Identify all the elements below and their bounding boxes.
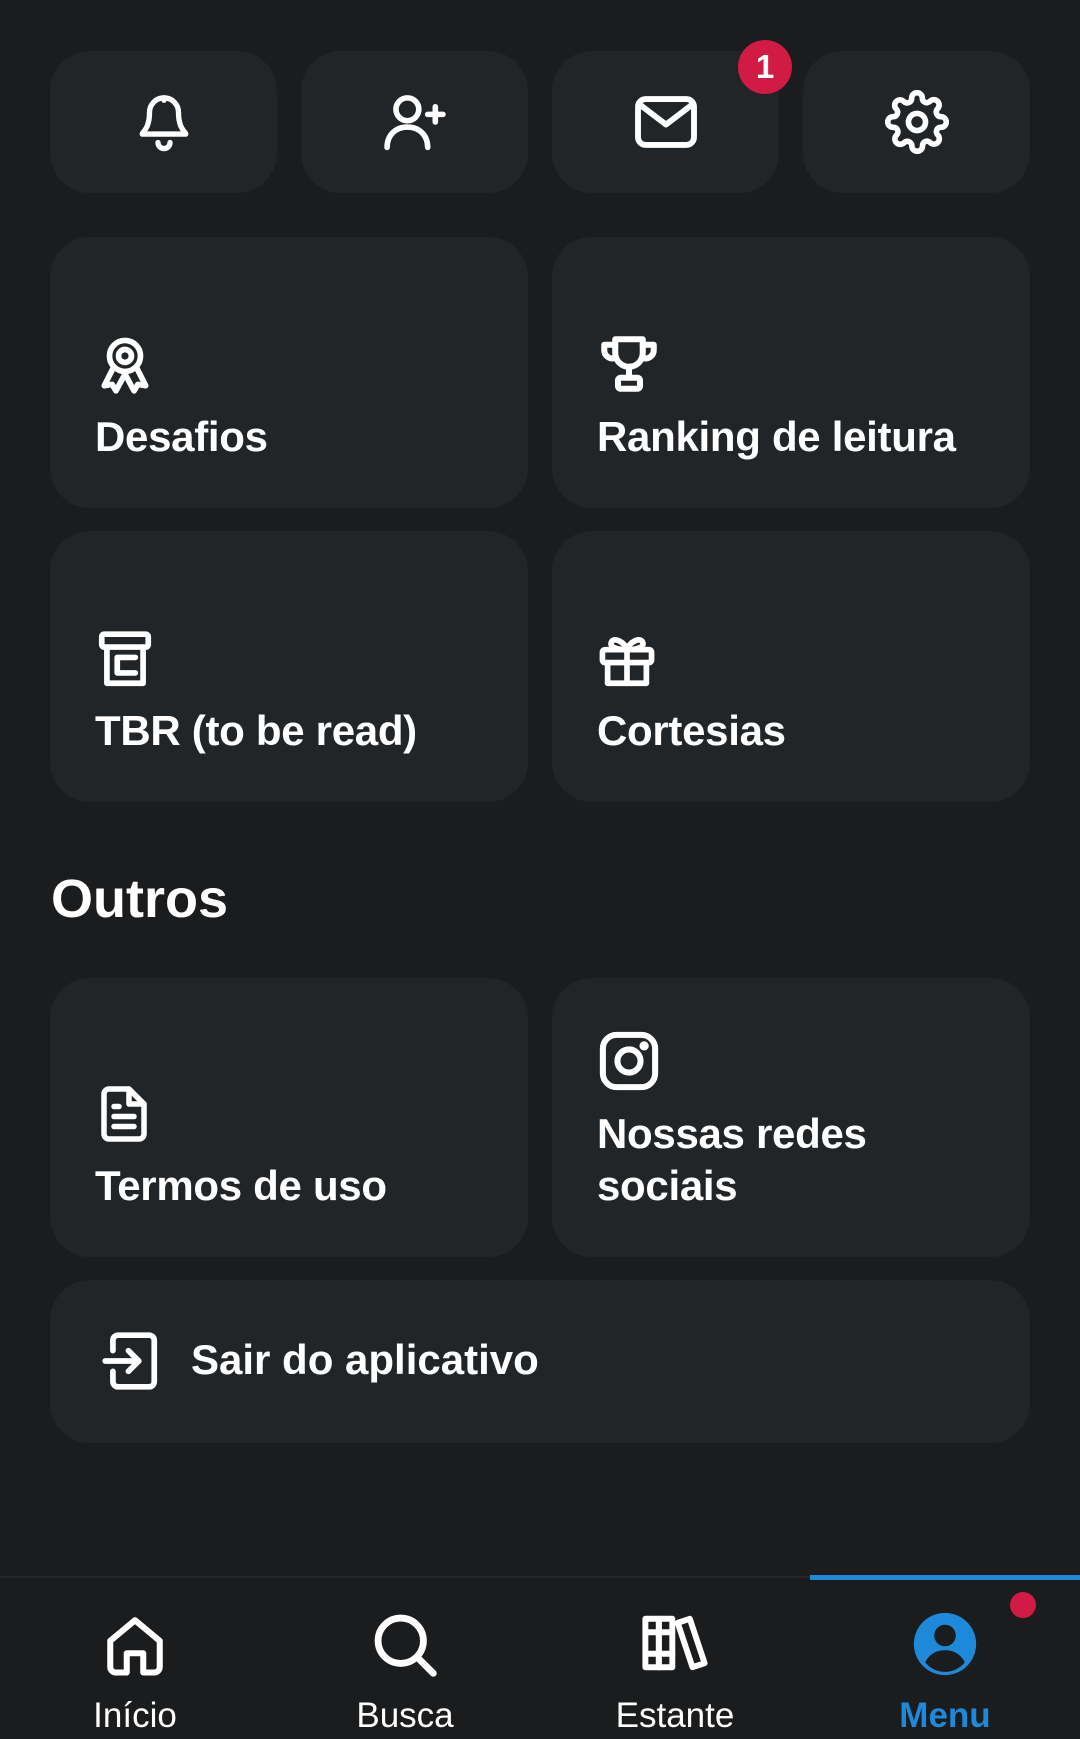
logout-icon xyxy=(100,1327,162,1395)
search-icon xyxy=(371,1610,439,1680)
bookmark-box-icon xyxy=(94,627,156,693)
social-media-label: Nossas redes sociais xyxy=(597,1108,867,1212)
nav-label-search: Busca xyxy=(356,1696,454,1735)
terms-of-use-card[interactable]: Termos de uso xyxy=(50,978,528,1257)
logout-button[interactable]: Sair do aplicativo xyxy=(50,1280,1030,1443)
gift-icon xyxy=(596,627,658,693)
tbr-card[interactable]: TBR (to be read) xyxy=(50,531,528,802)
reading-ranking-label: Ranking de leitura xyxy=(597,413,956,460)
menu-notification-dot xyxy=(1010,1592,1036,1618)
social-media-label-line2: sociais xyxy=(597,1162,738,1209)
courtesies-card[interactable]: Cortesias xyxy=(552,531,1030,802)
bell-icon xyxy=(135,91,193,153)
nav-item-menu[interactable]: Menu xyxy=(810,1578,1080,1739)
nav-label-bookshelf: Estante xyxy=(615,1696,735,1735)
tbr-label: TBR (to be read) xyxy=(95,707,417,754)
nav-item-search[interactable]: Busca xyxy=(270,1578,540,1739)
add-friend-button[interactable] xyxy=(301,51,528,193)
logout-label: Sair do aplicativo xyxy=(191,1336,539,1383)
challenges-label: Desafios xyxy=(95,413,268,460)
nav-label-menu: Menu xyxy=(899,1696,991,1735)
section-title-others: Outros xyxy=(51,869,229,929)
nav-item-bookshelf[interactable]: Estante xyxy=(540,1578,810,1739)
instagram-icon xyxy=(596,1028,662,1094)
home-icon xyxy=(102,1610,168,1680)
nav-item-home[interactable]: Início xyxy=(0,1578,270,1739)
courtesies-label: Cortesias xyxy=(597,707,786,754)
bottom-nav: Início Busca Estante Menu xyxy=(0,1575,1080,1739)
user-plus-icon xyxy=(382,91,448,153)
settings-button[interactable] xyxy=(803,51,1030,193)
user-circle-icon xyxy=(911,1610,979,1678)
challenges-card[interactable]: Desafios xyxy=(50,237,528,508)
nav-label-home: Início xyxy=(93,1696,177,1735)
terms-of-use-label: Termos de uso xyxy=(95,1162,387,1209)
trophy-icon xyxy=(596,331,662,397)
social-media-label-line1: Nossas redes xyxy=(597,1110,867,1157)
mail-icon xyxy=(632,94,700,150)
document-icon xyxy=(94,1081,154,1147)
reading-ranking-card[interactable]: Ranking de leitura xyxy=(552,237,1030,508)
messages-badge: 1 xyxy=(738,40,792,94)
award-icon xyxy=(94,333,156,397)
gear-icon xyxy=(884,90,949,154)
social-media-card[interactable]: Nossas redes sociais xyxy=(552,978,1030,1257)
bookshelf-icon xyxy=(640,1610,710,1676)
notifications-button[interactable] xyxy=(50,51,277,193)
